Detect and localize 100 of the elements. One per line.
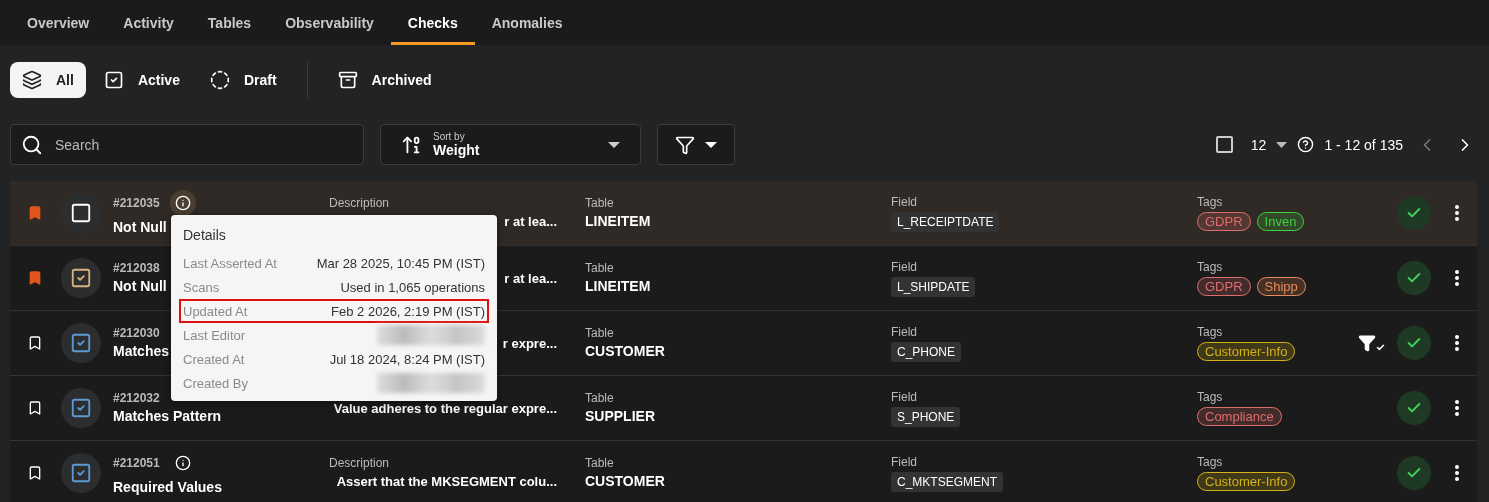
more-menu-button[interactable] (1455, 270, 1459, 286)
status-filter-chip[interactable]: Archived (325, 62, 444, 98)
column-label: Tags (1197, 390, 1224, 404)
bookmark-icon[interactable] (27, 400, 43, 416)
column-label: Table (585, 456, 615, 470)
tag: Shipp (1256, 277, 1306, 296)
nav-tab[interactable]: Observability (268, 0, 391, 45)
detail-value: Jul 18 2024, 8:24 PM (IST) (329, 351, 485, 367)
search-icon (21, 133, 43, 156)
description-text: Assert that the MKSEGMENT colu... (336, 473, 557, 490)
detail-label: Scans (183, 279, 220, 295)
sort-select[interactable]: Sort by Weight (380, 124, 641, 165)
column-label: Tags (1197, 325, 1224, 339)
detail-value: Mar 28 2025, 10:45 PM (IST) (316, 255, 485, 271)
passed-badge (1397, 391, 1431, 425)
bookmark-icon[interactable] (27, 335, 43, 351)
info-icon[interactable] (169, 190, 196, 216)
column-label: Tags (1197, 260, 1224, 274)
tag: GDPR (1197, 212, 1251, 231)
bookmark-icon[interactable] (27, 465, 43, 481)
field-chip: C_MKTSEGMENT (891, 471, 1003, 492)
check-name: Not Null (113, 219, 167, 236)
dashed-circle-icon (209, 70, 230, 90)
description-text: r at lea... (504, 269, 557, 287)
vertical-ellipsis-icon (1455, 400, 1459, 416)
status-filter-chip[interactable]: Active (91, 62, 192, 98)
status-filter-chip[interactable]: Draft (197, 62, 289, 98)
page-range: 1 - 12 of 135 (1324, 136, 1403, 153)
more-menu-button[interactable] (1455, 205, 1459, 221)
vertical-ellipsis-icon (1455, 465, 1459, 481)
nav-tab[interactable]: Tables (190, 0, 269, 45)
tag: Inven (1256, 212, 1305, 231)
description-text: r expre... (502, 334, 557, 352)
passed-badge (1397, 456, 1431, 490)
popover-title: Details (182, 226, 227, 245)
table-name: CUSTOMER (585, 343, 665, 360)
tag: Customer-Info (1197, 472, 1296, 491)
detail-label: Created At (183, 351, 245, 367)
column-label: Description (329, 456, 391, 470)
column-label: Description (329, 196, 391, 210)
check-id: #212035 (113, 196, 160, 210)
detail-label: Last Asserted At (183, 255, 277, 271)
search-field[interactable]: Search (53, 135, 353, 154)
caret-icon (705, 141, 717, 148)
field-chip: S_PHONE (891, 406, 961, 427)
checkbox-icon (70, 397, 92, 419)
check-id: #212038 (113, 261, 160, 275)
nav-tab[interactable]: Anomalies (474, 0, 580, 45)
nav-tab[interactable]: Checks (390, 0, 475, 45)
field-chip: C_PHONE (891, 341, 961, 362)
checkbox-icon (103, 70, 124, 90)
caret-icon (608, 141, 620, 148)
filter-button[interactable] (657, 124, 735, 165)
column-label: Field (891, 454, 918, 469)
page-size-value[interactable]: 12 (1250, 136, 1267, 153)
search-box[interactable]: Search (10, 124, 364, 165)
vertical-ellipsis-icon (1455, 335, 1459, 351)
more-menu-button[interactable] (1455, 465, 1459, 481)
check-name: Matches (113, 343, 170, 360)
description-text: Value adheres to the regular expre... (333, 399, 557, 417)
archive-icon (337, 70, 358, 90)
check-row[interactable]: #212051 Required Values Description Assert that the MKSEGMENT colu... Table CUSTOMER Field C_MKTSEGMENT Tags Customer-Info (10, 441, 1477, 502)
tag: Customer-Info (1197, 342, 1296, 361)
table-name: SUPPLIER (585, 408, 655, 425)
detail-label: Last Editor (183, 327, 246, 343)
description-text: r at lea... (504, 213, 557, 230)
checkbox-icon (70, 332, 92, 354)
passed-badge (1397, 261, 1431, 295)
checkbox-icon (70, 267, 92, 289)
check-id: #212032 (113, 391, 160, 405)
nav-tab[interactable]: Activity (106, 0, 191, 45)
checkbox-icon (70, 202, 92, 224)
column-label: Field (891, 259, 918, 274)
detail-label: Created By (183, 375, 249, 391)
column-label: Tags (1197, 455, 1224, 469)
check-name: Required Values (113, 479, 222, 496)
layers-icon (22, 70, 42, 90)
select-all-checkbox[interactable] (1215, 136, 1233, 153)
column-label: Table (585, 326, 615, 340)
detail-value: Used in 1,065 operations (340, 279, 485, 295)
table-name: LINEITEM (585, 213, 651, 230)
column-label: Table (585, 261, 615, 275)
tag: Compliance (1197, 407, 1282, 426)
column-label: Table (585, 391, 615, 405)
column-label: Tags (1197, 195, 1224, 209)
column-label: Table (585, 196, 615, 210)
field-chip: L_SHIPDATE (891, 276, 976, 297)
vertical-ellipsis-icon (1455, 270, 1459, 286)
check-id: #212051 (113, 456, 160, 470)
filter-icon (675, 134, 695, 155)
column-label: Field (891, 389, 918, 404)
checkbox-icon (70, 462, 92, 484)
status-filter-chip[interactable]: All (10, 62, 86, 98)
nav-tab[interactable]: Overview (10, 0, 107, 45)
more-menu-button[interactable] (1455, 335, 1459, 351)
caret-icon[interactable] (1276, 141, 1288, 148)
check-name: Not Null (113, 278, 167, 295)
column-label: Field (891, 194, 918, 209)
column-label: Field (891, 324, 918, 339)
more-menu-button[interactable] (1455, 400, 1459, 416)
